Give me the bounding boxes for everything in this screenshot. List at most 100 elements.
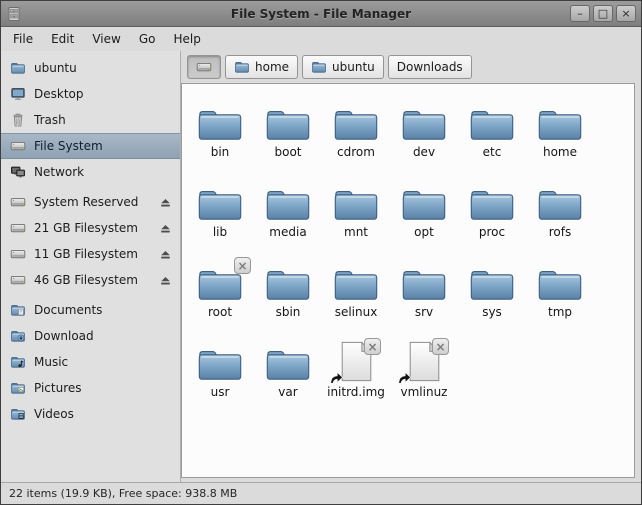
sidebar-item-label: Network <box>34 165 85 179</box>
sidebar-item-label: 21 GB Filesystem <box>34 221 138 235</box>
folder-pictures-icon <box>10 380 26 396</box>
folder-icon <box>264 340 312 382</box>
file-item-lib[interactable]: lib <box>186 180 254 260</box>
file-icon: × <box>398 338 449 384</box>
file-item-root[interactable]: × root <box>186 257 254 340</box>
maximize-button[interactable]: □ <box>593 5 613 22</box>
window-body: ubuntu Desktop Trash File System Network Syst… <box>1 51 641 482</box>
network-icon <box>10 164 26 180</box>
sidebar-item-download[interactable]: Download <box>1 323 180 349</box>
path-button-file-system[interactable] <box>187 55 221 79</box>
file-item-etc[interactable]: etc <box>458 100 526 180</box>
file-item-proc[interactable]: proc <box>458 180 526 260</box>
statusbar: 22 items (19.9 KB), Free space: 938.8 MB <box>1 482 641 504</box>
file-item-mnt[interactable]: mnt <box>322 180 390 260</box>
folder-download-icon <box>10 328 26 344</box>
sidebar-item-desktop[interactable]: Desktop <box>1 81 180 107</box>
file-item-vmlinuz[interactable]: × vmlinuz <box>390 338 458 420</box>
menu-item-help[interactable]: Help <box>164 27 209 51</box>
sidebar-item-videos[interactable]: Videos <box>1 401 180 427</box>
folder-icon <box>196 180 244 222</box>
sidebar-item-trash[interactable]: Trash <box>1 107 180 133</box>
menu-item-file[interactable]: File <box>4 27 42 51</box>
file-icon: × <box>330 338 381 384</box>
file-item-home[interactable]: home <box>526 100 594 180</box>
eject-icon <box>159 274 172 287</box>
sidebar-item-label: Videos <box>34 407 74 421</box>
folder-music-icon <box>10 354 26 370</box>
file-view[interactable]: bin boot cdrom dev etc home lib media mnt opt proc… <box>181 83 635 478</box>
file-name-label: etc <box>482 145 502 159</box>
sidebar-item-network[interactable]: Network <box>1 159 180 185</box>
titlebar[interactable]: File System - File Manager – □ × <box>1 1 641 27</box>
file-item-dev[interactable]: dev <box>390 100 458 180</box>
file-manager-window: File System - File Manager – □ × File Edi… <box>0 0 642 505</box>
folder-icon: × <box>196 257 251 302</box>
eject-button[interactable] <box>157 194 174 211</box>
sidebar-item-file-system[interactable]: File System <box>1 133 180 159</box>
folder-icon <box>332 100 380 142</box>
folder-icon <box>196 340 244 382</box>
file-item-srv[interactable]: srv <box>390 260 458 340</box>
file-item-sbin[interactable]: sbin <box>254 260 322 340</box>
close-button[interactable]: × <box>616 5 636 22</box>
file-item-rofs[interactable]: rofs <box>526 180 594 260</box>
file-item-initrd-img[interactable]: × initrd.img <box>322 338 390 420</box>
folder-icon <box>536 180 584 222</box>
sidebar-item-pictures[interactable]: Pictures <box>1 375 180 401</box>
sidebar-item-label: 11 GB Filesystem <box>34 247 138 261</box>
sidebar-group-places: ubuntu Desktop Trash File System Network <box>1 55 180 185</box>
path-button-downloads[interactable]: Downloads <box>387 55 472 79</box>
sidebar-item-label: 46 GB Filesystem <box>34 273 138 287</box>
sidebar-item-system-reserved[interactable]: System Reserved <box>1 189 180 215</box>
folder-icon <box>536 260 584 302</box>
eject-button[interactable] <box>157 246 174 263</box>
desktop-icon <box>10 86 26 102</box>
file-item-boot[interactable]: boot <box>254 100 322 180</box>
file-name-label: opt <box>414 225 434 239</box>
menu-item-edit[interactable]: Edit <box>42 27 83 51</box>
file-item-opt[interactable]: opt <box>390 180 458 260</box>
sidebar-item-11-gb-filesystem[interactable]: 11 GB Filesystem <box>1 241 180 267</box>
path-button-home[interactable]: home <box>225 55 299 79</box>
sidebar-item-label: ubuntu <box>34 61 77 75</box>
file-name-label: tmp <box>547 305 572 319</box>
eject-icon <box>159 248 172 261</box>
file-item-tmp[interactable]: tmp <box>526 260 594 340</box>
window-controls: – □ × <box>570 5 636 22</box>
file-name-label: var <box>278 385 298 399</box>
file-item-selinux[interactable]: selinux <box>322 260 390 340</box>
file-name-label: lib <box>212 225 228 239</box>
file-item-media[interactable]: media <box>254 180 322 260</box>
sidebar-item-21-gb-filesystem[interactable]: 21 GB Filesystem <box>1 215 180 241</box>
sidebar-group-devices: System Reserved 21 GB Filesystem 11 GB Fil… <box>1 189 180 293</box>
file-name-label: vmlinuz <box>400 385 448 399</box>
file-item-var[interactable]: var <box>254 340 322 420</box>
drive-icon <box>10 220 26 236</box>
folder-documents-icon <box>10 302 26 318</box>
sidebar-item-ubuntu[interactable]: ubuntu <box>1 55 180 81</box>
folder-icon <box>264 100 312 142</box>
eject-button[interactable] <box>157 272 174 289</box>
eject-icon <box>159 222 172 235</box>
menubar: File Edit View Go Help <box>1 27 641 51</box>
eject-button[interactable] <box>157 220 174 237</box>
no-access-emblem-icon: × <box>432 338 449 355</box>
sidebar-item-46-gb-filesystem[interactable]: 46 GB Filesystem <box>1 267 180 293</box>
sidebar-item-documents[interactable]: Documents <box>1 297 180 323</box>
menu-item-go[interactable]: Go <box>130 27 165 51</box>
minimize-button[interactable]: – <box>570 5 590 22</box>
file-item-bin[interactable]: bin <box>186 100 254 180</box>
sidebar-item-music[interactable]: Music <box>1 349 180 375</box>
path-button-ubuntu[interactable]: ubuntu <box>302 55 384 79</box>
folder-icon <box>264 180 312 222</box>
menu-item-view[interactable]: View <box>83 27 129 51</box>
folder-icon <box>332 180 380 222</box>
path-button-label: Downloads <box>396 60 463 74</box>
file-item-sys[interactable]: sys <box>458 260 526 340</box>
drive-icon <box>196 59 212 75</box>
file-name-label: media <box>269 225 307 239</box>
file-item-cdrom[interactable]: cdrom <box>322 100 390 180</box>
file-name-label: sbin <box>275 305 301 319</box>
file-item-usr[interactable]: usr <box>186 340 254 420</box>
